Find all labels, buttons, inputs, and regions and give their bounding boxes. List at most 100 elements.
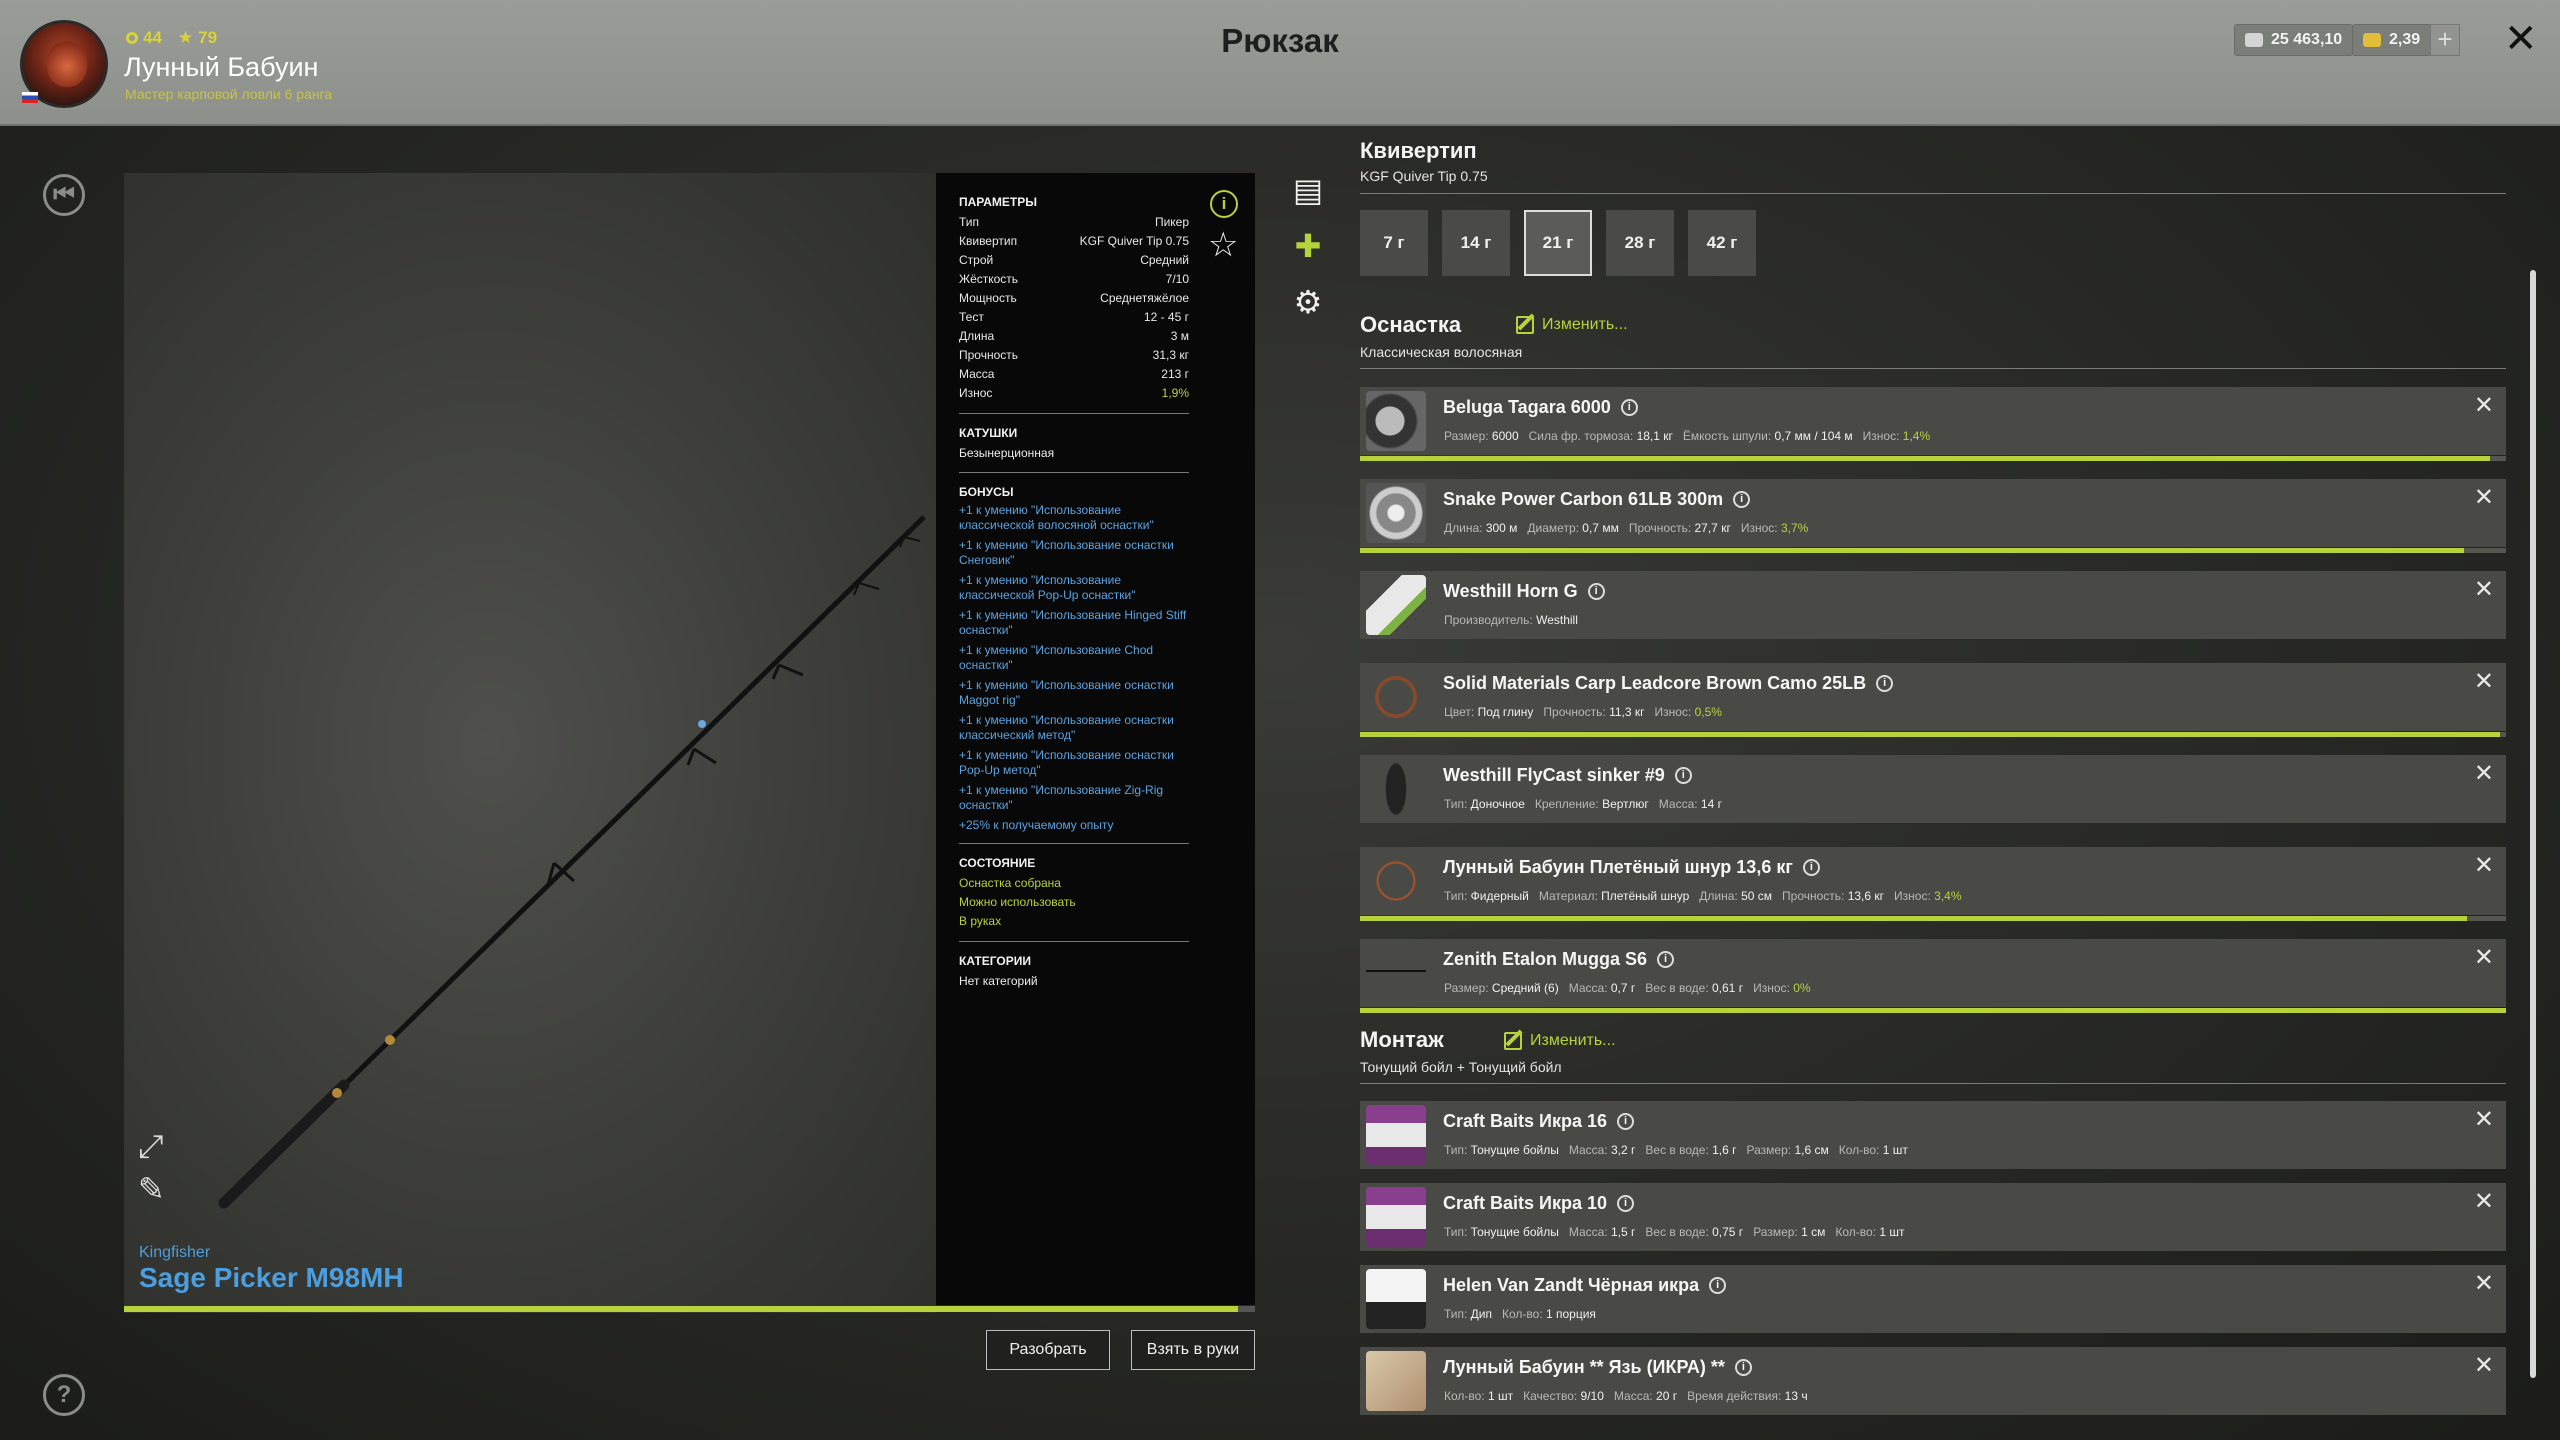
info-icon[interactable]: i xyxy=(1617,1195,1634,1212)
buy-currency-button[interactable]: + xyxy=(2430,24,2460,56)
equipment-item[interactable]: Beluga Tagara 6000 i Размер: 6000 Сила фр. … xyxy=(1360,387,2506,461)
silver-currency[interactable]: 25 463,10 xyxy=(2234,24,2354,56)
bonuses-heading: БОНУСЫ xyxy=(959,485,1014,499)
rod-preview[interactable] xyxy=(124,173,936,1313)
reels-heading: КАТУШКИ xyxy=(959,426,1018,440)
equipment-item[interactable]: Westhill Horn G i Производитель: Westhill ✕ xyxy=(1360,571,2506,639)
item-meta: Тип: Фидерный Материал: Плетёный шнур Длин… xyxy=(1444,889,1972,903)
equipment-item[interactable]: Snake Power Carbon 61LB 300m i Длина: 300 … xyxy=(1360,479,2506,553)
gold-currency[interactable]: 2,39 xyxy=(2352,24,2432,56)
info-icon[interactable]: i xyxy=(1587,583,1605,600)
remove-icon[interactable]: ✕ xyxy=(2474,851,2494,880)
meta-value: 1 см xyxy=(1801,1225,1826,1239)
quiver-weight-button[interactable]: 14 г xyxy=(1442,210,1510,276)
equipment-item[interactable]: Westhill FlyCast sinker #9 i Тип: Доночное… xyxy=(1360,755,2506,823)
list-icon[interactable]: ▤ xyxy=(1290,172,1326,208)
remove-icon[interactable]: ✕ xyxy=(2474,575,2494,604)
close-icon[interactable]: ✕ xyxy=(2504,16,2538,62)
equipment-item[interactable]: Лунный Бабуин Плетёный шнур 13,6 кг i Тип:… xyxy=(1360,847,2506,921)
meta-label: Размер: xyxy=(1444,981,1492,995)
param-row: Длина 3 м xyxy=(959,327,1189,346)
item-meta: Тип: Доночное Крепление: Вертлюг Масса: 14… xyxy=(1444,797,1732,811)
param-row: Масса 213 г xyxy=(959,365,1189,384)
remove-icon[interactable]: ✕ xyxy=(2474,1351,2494,1380)
equipment-item[interactable]: Solid Materials Carp Leadcore Brown Camo… xyxy=(1360,663,2506,737)
equipment-item[interactable]: Craft Baits Икра 16 i Тип: Тонущие бойлы Ма… xyxy=(1360,1101,2506,1169)
equipment-item[interactable]: Zenith Etalon Mugga S6 i Размер: Средний (… xyxy=(1360,939,2506,1013)
info-icon[interactable]: i xyxy=(1657,951,1675,968)
item-name: Westhill FlyCast sinker #9 xyxy=(1443,765,1665,785)
meta-label: Вес в воде: xyxy=(1645,1225,1713,1239)
meta-value: Плетёный шнур xyxy=(1601,889,1690,903)
scrollbar[interactable] xyxy=(2530,270,2536,1378)
divider xyxy=(959,941,1189,942)
quiver-weight-button[interactable]: 21 г xyxy=(1524,210,1592,276)
item-meta: Производитель: Westhill xyxy=(1444,613,1588,627)
puzzle-icon[interactable]: ✚ xyxy=(1290,228,1326,264)
info-icon[interactable]: i xyxy=(1734,1359,1752,1376)
item-meta: Цвет: Под глину Прочность: 11,3 кг Износ: … xyxy=(1444,705,1732,719)
meta-value: 1 порция xyxy=(1545,1307,1596,1321)
info-icon[interactable]: i xyxy=(1733,491,1751,508)
meta-value: 27,7 кг xyxy=(1694,521,1731,535)
remove-icon[interactable]: ✕ xyxy=(2474,391,2494,420)
state-list: Оснастка собрана Можно использовать В рука… xyxy=(959,874,1189,931)
remove-icon[interactable]: ✕ xyxy=(2474,667,2494,696)
meta-label: Масса: xyxy=(1658,797,1701,811)
rod-wear-fill xyxy=(124,1306,1239,1312)
equipment-item[interactable]: Craft Baits Икра 10 i Тип: Тонущие бойлы Ма… xyxy=(1360,1183,2506,1251)
divider xyxy=(959,843,1189,844)
meta-value: 18,1 кг xyxy=(1636,429,1673,443)
quiver-weight-button[interactable]: 7 г xyxy=(1360,210,1428,276)
info-icon[interactable]: i xyxy=(1620,399,1638,416)
meta-label: Время действия: xyxy=(1687,1389,1785,1403)
tackle-edit-link[interactable]: Изменить... xyxy=(1516,316,1628,334)
item-thumbnail xyxy=(1366,1351,1426,1411)
meta-value: Дип xyxy=(1470,1307,1492,1321)
montage-edit-link[interactable]: Изменить... xyxy=(1504,1032,1616,1050)
item-title: Beluga Tagara 6000 i xyxy=(1443,397,1638,418)
meta-value: 6000 xyxy=(1491,429,1519,443)
item-wear-bar xyxy=(1360,548,2506,553)
meta-value: 1 шт xyxy=(1879,1225,1905,1239)
param-label: Тест xyxy=(959,310,984,324)
equipment-item[interactable]: Helen Van Zandt Чёрная икра i Тип: Дип Кол-… xyxy=(1360,1265,2506,1333)
take-in-hands-button[interactable]: Взять в руки xyxy=(1131,1330,1255,1370)
star-icon[interactable]: ☆ xyxy=(1208,228,1238,262)
info-icon[interactable]: i xyxy=(1802,859,1820,876)
help-icon[interactable]: ? xyxy=(43,1374,85,1416)
info-icon[interactable]: i xyxy=(1674,767,1692,784)
remove-icon[interactable]: ✕ xyxy=(2474,1105,2494,1134)
remove-icon[interactable]: ✕ xyxy=(2474,759,2494,788)
remove-icon[interactable]: ✕ xyxy=(2474,483,2494,512)
remove-icon[interactable]: ✕ xyxy=(2474,943,2494,972)
disassemble-button[interactable]: Разобрать xyxy=(986,1330,1110,1370)
equipment-item[interactable]: Лунный Бабуин ** Язь (ИКРА) ** i Кол-во: 1… xyxy=(1360,1347,2506,1415)
info-icon[interactable]: i xyxy=(1709,1277,1727,1294)
remove-icon[interactable]: ✕ xyxy=(2474,1187,2494,1216)
quiver-weight-button[interactable]: 28 г xyxy=(1606,210,1674,276)
remove-icon[interactable]: ✕ xyxy=(2474,1269,2494,1298)
gear-icon[interactable]: ⚙ xyxy=(1290,284,1326,320)
meta-label: Тип: xyxy=(1444,1143,1471,1157)
info-icon[interactable]: i xyxy=(1617,1113,1634,1130)
rod-guide xyxy=(686,747,717,766)
meta-label: Кол-во: xyxy=(1838,1143,1883,1157)
meta-label: Масса: xyxy=(1568,1143,1611,1157)
params-list: Тип Пикер Квивертип KGF Quiver Tip 0.75 Стро… xyxy=(959,213,1189,403)
expand-icon[interactable]: ⤢ xyxy=(138,1128,164,1166)
pencil-icon[interactable]: ✎ xyxy=(138,1170,165,1208)
meta-label: Кол-во: xyxy=(1444,1389,1488,1403)
meta-value: 0,7 мм / 104 м xyxy=(1774,429,1853,443)
info-icon[interactable]: i xyxy=(1210,190,1238,218)
meta-value: 3,7% xyxy=(1780,521,1809,535)
bonus-item: +1 к умению "Использование Hinged Stiff … xyxy=(959,608,1187,637)
item-thumbnail xyxy=(1366,1105,1426,1165)
param-row: Мощность Среднетяжёлое xyxy=(959,289,1189,308)
info-icon[interactable]: i xyxy=(1876,675,1894,692)
country-flag-icon xyxy=(22,92,38,103)
back-icon[interactable]: ⏮ xyxy=(43,174,85,216)
meta-value: 0,61 г xyxy=(1712,981,1744,995)
quiver-weight-button[interactable]: 42 г xyxy=(1688,210,1756,276)
item-thumbnail xyxy=(1366,1187,1426,1247)
